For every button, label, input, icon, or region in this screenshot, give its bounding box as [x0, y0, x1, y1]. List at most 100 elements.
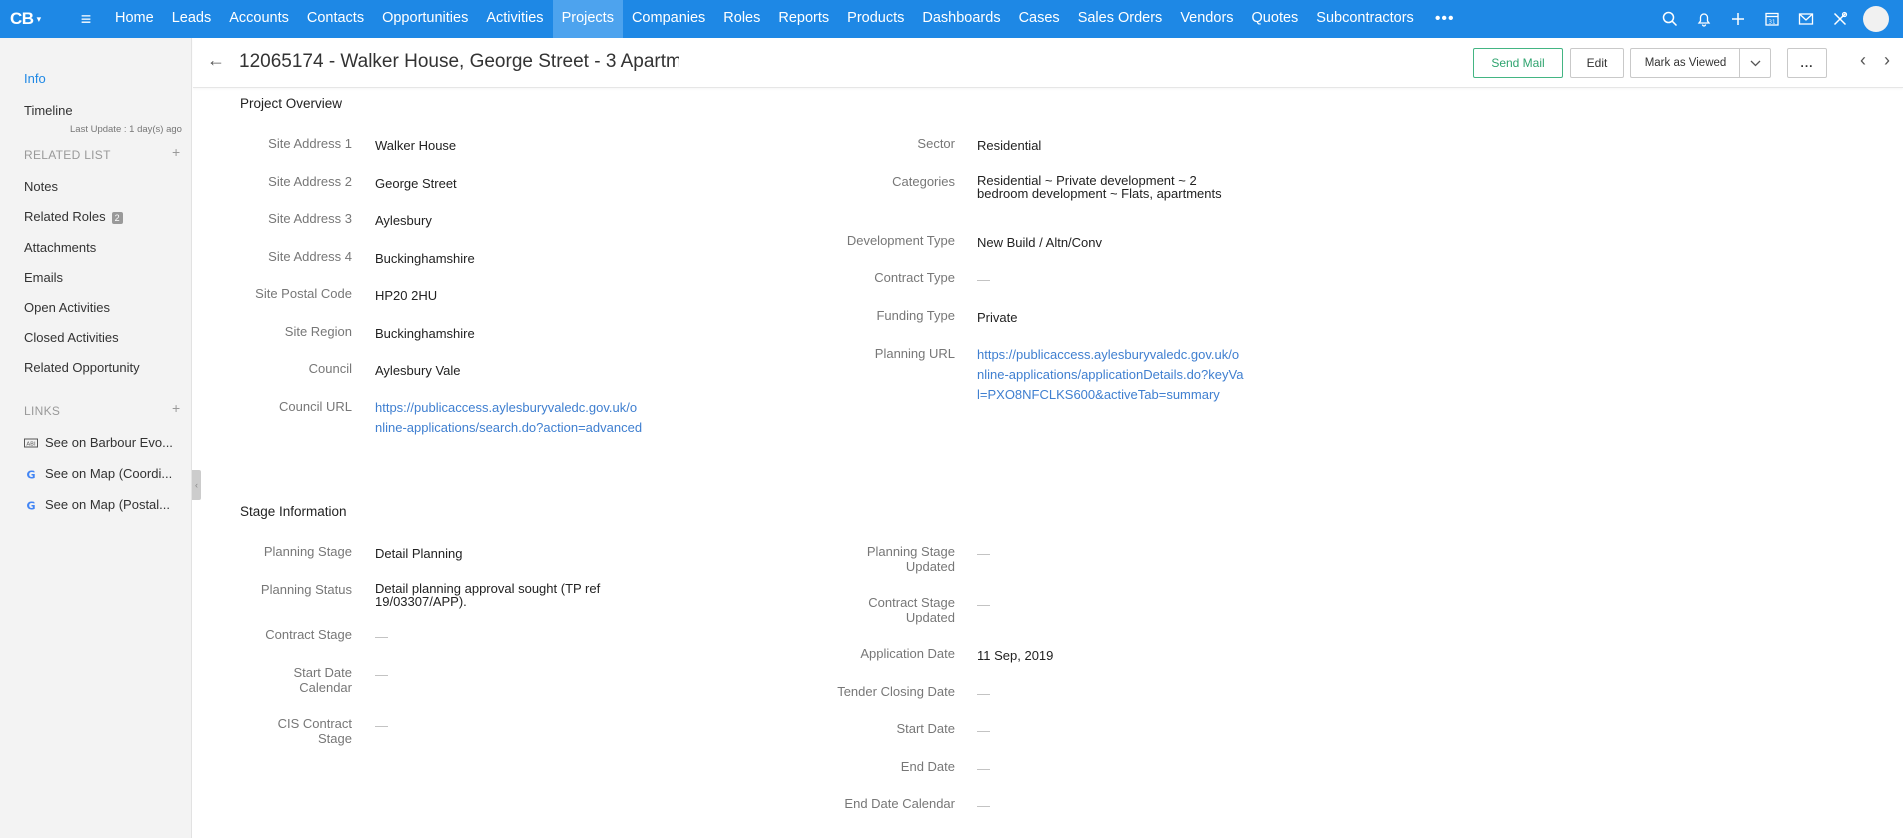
send-mail-button[interactable]: Send Mail [1473, 48, 1563, 78]
sidebar-item-closed-activities[interactable]: Closed Activities [24, 330, 119, 345]
sidebar-collapse-handle[interactable]: ‹ [192, 470, 201, 500]
sidebar-item-emails[interactable]: Emails [24, 270, 63, 285]
council-url-link[interactable]: https://publicaccess.aylesburyvaledc.gov… [375, 398, 643, 438]
chevron-down-icon: ▾ [36, 13, 42, 24]
nav-roles[interactable]: Roles [714, 0, 769, 38]
nav-vendors[interactable]: Vendors [1171, 0, 1242, 38]
barbour-icon-text: ABI [26, 441, 36, 447]
field-label: Categories [892, 174, 955, 189]
page-title: 12065174 - Walker House, George Street -… [239, 51, 679, 72]
mail-icon[interactable] [1789, 0, 1823, 38]
nav-leads[interactable]: Leads [163, 0, 221, 38]
link-map-coordinates[interactable]: G See on Map (Coordi... [24, 466, 172, 481]
nav-products[interactable]: Products [838, 0, 913, 38]
search-icon[interactable] [1653, 0, 1687, 38]
nav-more-icon[interactable]: ••• [1423, 10, 1467, 28]
mark-as-viewed-button[interactable]: Mark as Viewed [1630, 48, 1740, 78]
end-date-value: — [977, 761, 990, 776]
link-map-postal[interactable]: G See on Map (Postal... [24, 497, 170, 512]
field-label: Tender Closing Date [837, 684, 955, 699]
sidebar-item-related-opportunity[interactable]: Related Opportunity [24, 360, 140, 375]
nav-home[interactable]: Home [106, 0, 163, 38]
planning-url-link[interactable]: https://publicaccess.aylesburyvaledc.gov… [977, 345, 1245, 405]
site-region-value: Buckinghamshire [375, 326, 475, 341]
field-label: Council URL [279, 399, 352, 414]
edit-button[interactable]: Edit [1570, 48, 1624, 78]
field-label: Development Type [846, 233, 955, 248]
application-date-value: 11 Sep, 2019 [977, 648, 1054, 663]
field-label: Site Region [284, 324, 352, 339]
record-header: ← 12065174 - Walker House, George Street… [193, 38, 1903, 88]
add-link-icon[interactable]: + [172, 400, 180, 416]
google-icon: G [24, 499, 38, 511]
next-record-icon[interactable]: › [1884, 50, 1890, 71]
hamburger-menu-icon[interactable]: ≡ [72, 9, 100, 30]
nav-utility-icons: 31 [1653, 0, 1889, 38]
back-arrow-icon[interactable]: ← [207, 50, 225, 71]
link-barbour[interactable]: ABI See on Barbour Evo... [24, 435, 173, 450]
nav-quotes[interactable]: Quotes [1243, 0, 1308, 38]
last-update-text: Last Update : 1 day(s) ago [70, 124, 182, 135]
site-address-1-value: Walker House [375, 138, 457, 153]
nav-subcontractors[interactable]: Subcontractors [1307, 0, 1423, 38]
brand-logo-text: CB [10, 9, 34, 28]
link-label: See on Map (Postal... [45, 497, 171, 512]
field-label: Site Address 3 [268, 211, 352, 226]
plus-icon[interactable] [1721, 0, 1755, 38]
sidebar-item-timeline[interactable]: Timeline [24, 103, 73, 118]
google-icon-text: G [26, 468, 35, 480]
sidebar-item-info[interactable]: Info [24, 71, 46, 86]
previous-record-icon[interactable]: ‹ [1860, 50, 1866, 71]
contract-type-value: — [977, 272, 990, 287]
start-date-value: — [977, 723, 990, 738]
add-related-list-icon[interactable]: + [172, 144, 180, 160]
field-label: Site Address 1 [268, 136, 352, 151]
field-label: Contract Stage [265, 627, 352, 642]
google-icon-text: G [26, 499, 35, 511]
field-label: Contract Type [874, 270, 955, 285]
nav-reports[interactable]: Reports [769, 0, 838, 38]
stage-information-heading: Stage Information [240, 504, 347, 519]
brand-logo[interactable]: CB ▾ [0, 9, 72, 29]
google-icon: G [24, 468, 38, 480]
calendar-icon[interactable]: 31 [1755, 0, 1789, 38]
field-label: Site Address 4 [268, 249, 352, 264]
bell-icon[interactable] [1687, 0, 1721, 38]
avatar[interactable] [1863, 6, 1889, 32]
tools-icon[interactable] [1823, 0, 1857, 38]
nav-dashboards[interactable]: Dashboards [913, 0, 1009, 38]
link-label: See on Map (Coordi... [45, 466, 173, 481]
contract-stage-value: — [375, 629, 388, 644]
nav-companies[interactable]: Companies [623, 0, 714, 38]
categories-value: Residential ~ Private development ~ 2 be… [977, 173, 1222, 201]
contract-stage-updated-value: — [977, 597, 990, 612]
development-type-value: New Build / Altn/Conv [977, 235, 1103, 250]
nav-sales-orders[interactable]: Sales Orders [1069, 0, 1172, 38]
field-label: Planning URL [874, 346, 955, 361]
sidebar-item-open-activities[interactable]: Open Activities [24, 300, 110, 315]
top-nav: CB ▾ ≡ Home Leads Accounts Contacts Oppo… [0, 0, 1903, 38]
field-label: Planning Stage Updated [866, 544, 955, 574]
nav-accounts[interactable]: Accounts [220, 0, 298, 38]
site-postal-code-value: HP20 2HU [375, 288, 438, 303]
field-label: Site Address 2 [268, 174, 352, 189]
planning-stage-updated-value: — [977, 546, 990, 561]
field-label: Start Date [896, 721, 955, 736]
sector-value: Residential [977, 138, 1042, 153]
nav-opportunities[interactable]: Opportunities [373, 0, 477, 38]
nav-activities[interactable]: Activities [477, 0, 552, 38]
nav-cases[interactable]: Cases [1010, 0, 1069, 38]
mark-as-viewed-dropdown[interactable] [1739, 48, 1771, 78]
nav-contacts[interactable]: Contacts [298, 0, 373, 38]
link-label: See on Barbour Evo... [45, 435, 173, 450]
sidebar-item-related-roles[interactable]: Related Roles 2 [24, 209, 123, 224]
sidebar-item-notes[interactable]: Notes [24, 179, 58, 194]
more-actions-button[interactable]: ... [1787, 48, 1827, 78]
site-address-3-value: Aylesbury [375, 213, 432, 228]
field-label: Application Date [860, 646, 955, 661]
sidebar-item-attachments[interactable]: Attachments [24, 240, 96, 255]
nav-projects[interactable]: Projects [552, 0, 623, 38]
related-list-heading: RELATED LIST [24, 148, 111, 162]
funding-type-value: Private [977, 310, 1018, 325]
cis-contract-stage-value: — [375, 718, 388, 733]
